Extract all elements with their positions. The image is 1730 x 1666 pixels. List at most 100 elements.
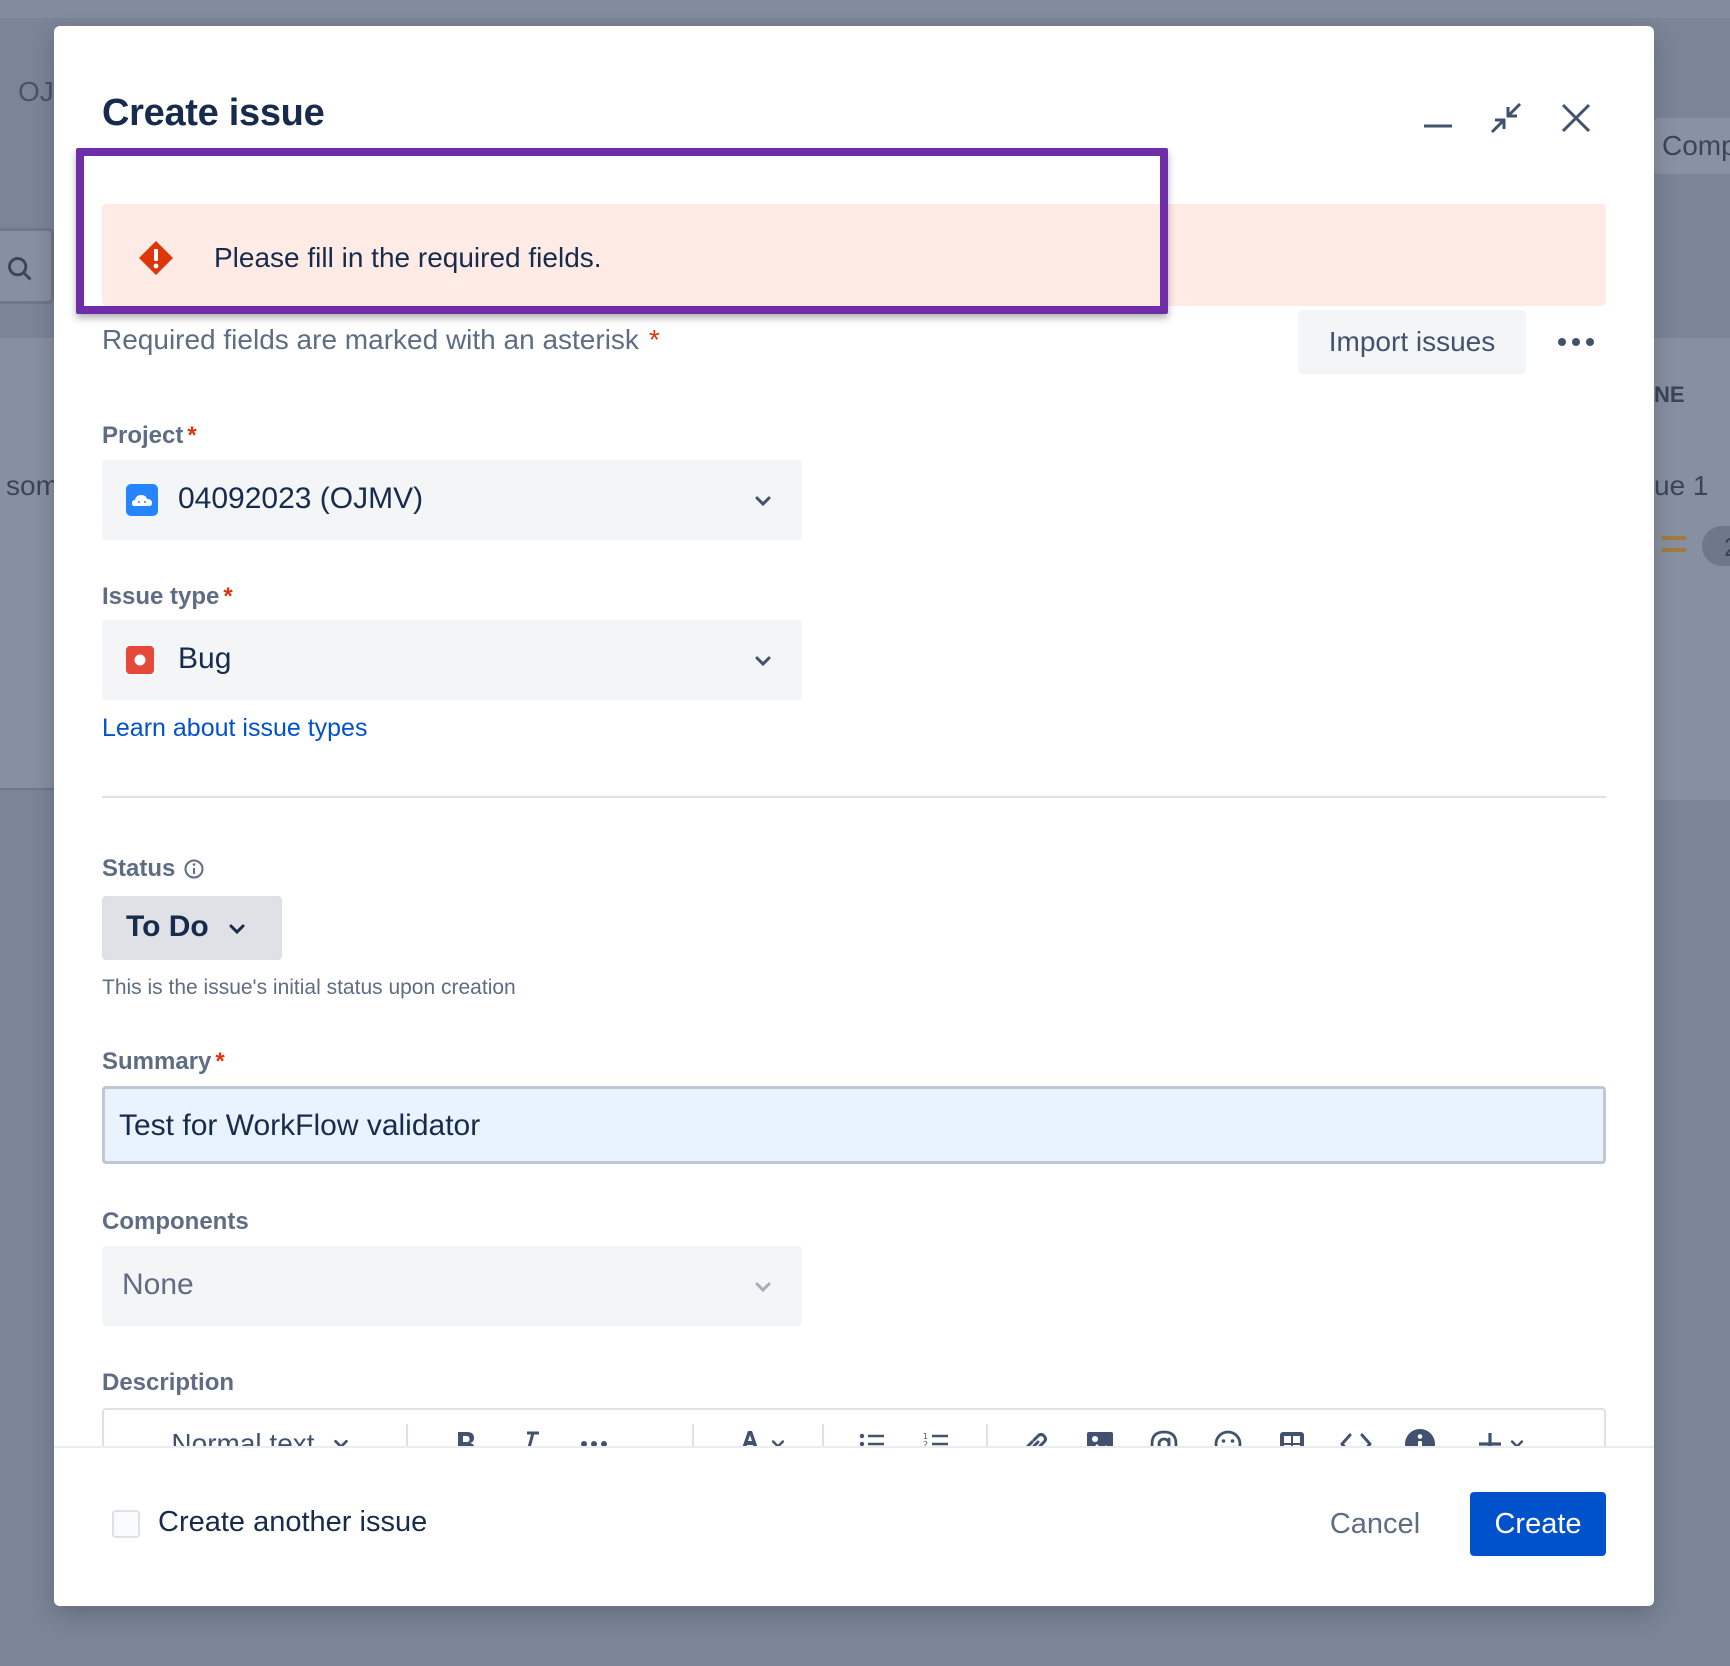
- project-select[interactable]: 04092023 (OJMV): [102, 460, 802, 540]
- numbered-list-icon: 123: [923, 1432, 948, 1446]
- chevron-down-icon: [755, 1282, 771, 1293]
- project-label: Project *: [102, 422, 197, 450]
- learn-issue-types-link[interactable]: Learn about issue types: [102, 714, 367, 743]
- image-icon: [1087, 1432, 1113, 1446]
- close-button[interactable]: [1548, 90, 1604, 146]
- numbered-list-button[interactable]: 123: [914, 1424, 958, 1446]
- text-style-value: Normal text: [171, 1428, 315, 1446]
- more-formatting-button[interactable]: [572, 1424, 616, 1446]
- chevron-down-icon: [755, 496, 771, 507]
- chevron-down-icon: [1510, 1440, 1524, 1446]
- description-editor[interactable]: Normal text 1 2: [102, 1408, 1606, 1446]
- chevron-down-icon: [333, 1439, 348, 1446]
- image-button[interactable]: [1078, 1424, 1122, 1446]
- chevron-down-icon: [229, 924, 245, 935]
- status-dropdown[interactable]: To Do: [102, 896, 282, 960]
- bold-icon: [458, 1432, 475, 1446]
- components-select[interactable]: None: [102, 1246, 802, 1326]
- status-label-text: Status: [102, 855, 176, 882]
- project-label-text: Project: [102, 422, 184, 449]
- chevron-down-icon: [755, 656, 771, 667]
- bug-icon: [126, 646, 154, 674]
- toolbar-separator: [822, 1424, 824, 1446]
- issue-type-select[interactable]: Bug: [102, 620, 802, 700]
- code-icon: [1340, 1433, 1372, 1446]
- summary-required-asterisk: *: [215, 1048, 225, 1075]
- modal-body[interactable]: Create issue Please fill in the required…: [54, 26, 1654, 1446]
- modal-title: Create issue: [102, 92, 325, 134]
- summary-label-text: Summary: [102, 1048, 212, 1075]
- issue-type-label: Issue type *: [102, 583, 233, 611]
- status-value: To Do: [126, 910, 209, 943]
- link-button[interactable]: [1014, 1424, 1058, 1446]
- bullet-list-icon: [859, 1433, 884, 1446]
- required-fields-note: Required fields are marked with an aster…: [102, 324, 660, 356]
- required-asterisk: *: [648, 324, 660, 355]
- error-message: Please fill in the required fields.: [214, 242, 602, 273]
- text-color-icon: [742, 1431, 758, 1446]
- priority-medium-icon: [1662, 536, 1686, 552]
- chevron-down-icon: [771, 1440, 785, 1446]
- create-another-label[interactable]: Create another issue: [158, 1506, 427, 1539]
- editor-toolbar: Normal text 1 2: [104, 1410, 1608, 1446]
- bold-button[interactable]: [444, 1424, 488, 1446]
- text-style-dropdown[interactable]: Normal text: [156, 1424, 366, 1446]
- toolbar-separator: [986, 1424, 988, 1446]
- info-panel-icon: [1405, 1429, 1435, 1446]
- insert-more-button[interactable]: [1466, 1424, 1536, 1446]
- plus-icon: [1479, 1433, 1501, 1446]
- minimize-icon: [1424, 124, 1452, 128]
- status-label: Status: [102, 855, 205, 883]
- mention-icon: [1150, 1430, 1178, 1446]
- components-label: Components: [102, 1208, 249, 1235]
- toolbar-separator: [692, 1424, 694, 1446]
- mention-button[interactable]: [1142, 1424, 1186, 1446]
- cancel-button[interactable]: Cancel: [1300, 1492, 1450, 1556]
- bg-search-box: [0, 228, 54, 304]
- create-button[interactable]: Create: [1470, 1492, 1606, 1556]
- italic-icon: [527, 1431, 539, 1446]
- text-color-button[interactable]: [726, 1424, 796, 1446]
- project-value: 04092023 (OJMV): [178, 482, 424, 515]
- project-required-asterisk: *: [187, 422, 197, 449]
- issue-type-value: Bug: [178, 642, 232, 675]
- status-help-text: This is the issue's initial status upon …: [102, 976, 516, 999]
- summary-value: Test for WorkFlow validator: [119, 1109, 481, 1142]
- more-actions-button[interactable]: [1546, 312, 1606, 372]
- bg-comp-text: Comp: [1662, 130, 1730, 161]
- emoji-icon: [1214, 1430, 1242, 1446]
- collapse-button[interactable]: [1478, 90, 1534, 146]
- info-icon[interactable]: [183, 858, 205, 880]
- table-button[interactable]: [1270, 1424, 1314, 1446]
- summary-input[interactable]: Test for WorkFlow validator: [102, 1086, 1606, 1164]
- bg-row-text: som: [6, 470, 59, 501]
- italic-button[interactable]: [508, 1424, 552, 1446]
- code-button[interactable]: [1334, 1424, 1378, 1446]
- import-issues-button[interactable]: Import issues: [1298, 310, 1526, 374]
- modal-footer: Create another issue Cancel Create: [54, 1446, 1654, 1606]
- bullet-list-button[interactable]: [850, 1424, 894, 1446]
- search-icon: [8, 257, 32, 281]
- info-panel-button[interactable]: [1398, 1424, 1442, 1446]
- bg-issue-text: ue 1: [1654, 470, 1709, 501]
- bg-column-header: NE: [1654, 382, 1685, 407]
- minimize-button[interactable]: [1410, 90, 1466, 146]
- bg-avatar-text: 2: [1724, 532, 1730, 563]
- link-icon: [1026, 1433, 1047, 1446]
- issue-type-required-asterisk: *: [223, 583, 233, 610]
- components-value: None: [122, 1268, 194, 1301]
- bg-panel-left: [0, 338, 54, 790]
- issue-type-label-text: Issue type: [102, 583, 220, 610]
- summary-label: Summary *: [102, 1048, 225, 1076]
- bg-project-text: OJ: [18, 76, 54, 107]
- toolbar-separator: [406, 1424, 408, 1446]
- section-divider: [102, 796, 1606, 798]
- collapse-icon: [1490, 102, 1522, 134]
- required-note-text: Required fields are marked with an aster…: [102, 324, 639, 355]
- close-icon: [1561, 103, 1591, 133]
- create-issue-modal: Create issue Please fill in the required…: [54, 26, 1654, 1606]
- description-label: Description: [102, 1369, 235, 1396]
- bg-topbar: [0, 0, 1730, 18]
- create-another-checkbox[interactable]: [112, 1510, 140, 1538]
- emoji-button[interactable]: [1206, 1424, 1250, 1446]
